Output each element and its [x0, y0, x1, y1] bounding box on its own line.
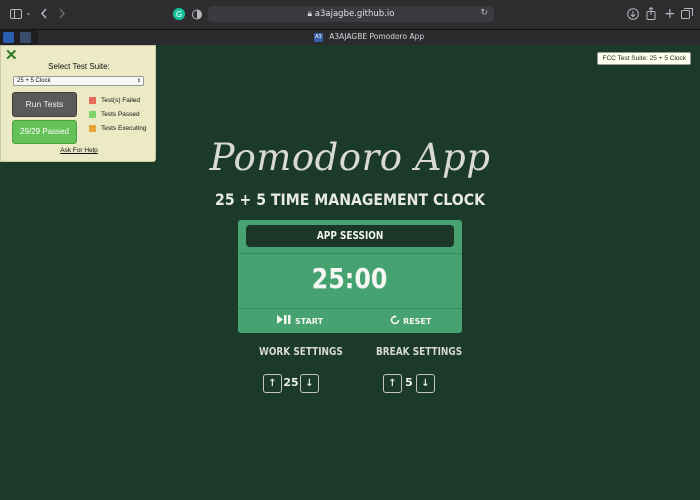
tab-bar: A3 A3AJAGBE Pomodoro App [0, 29, 700, 45]
privacy-shield-icon[interactable] [192, 9, 202, 22]
session-label-text: APP SESSION [316, 230, 384, 242]
grammarly-extension-icon[interactable]: G [173, 8, 185, 22]
tab-title: A3AJAGBE Pomodoro App [329, 32, 425, 41]
arrow-up-icon: ↑ [268, 378, 277, 389]
legend-swatch-executing [89, 125, 96, 132]
url-text: a3ajagbe.github.io [314, 9, 395, 19]
reset-label: RESET [403, 317, 432, 326]
tab-favicon: A3 [313, 32, 323, 42]
break-decrement-button[interactable]: ↓ [416, 374, 435, 393]
sidebar-icon[interactable] [10, 9, 22, 21]
pinned-tab-1[interactable] [3, 32, 14, 43]
time-display: 25:00 [238, 262, 462, 295]
pinned-tab-2[interactable] [20, 32, 31, 43]
test-suite-select[interactable]: 25 + 5 Clock ⇕ [13, 76, 144, 86]
arrow-up-icon: ↑ [388, 378, 397, 389]
address-bar[interactable]: 🔒︎ a3ajagbe.github.io ↻ [208, 6, 494, 22]
reset-button[interactable]: RESET [390, 315, 431, 328]
session-label: APP SESSION [246, 225, 454, 247]
page-title: Pomodoro App [209, 136, 491, 179]
legend-executing: Tests Executing [89, 125, 147, 132]
back-icon[interactable] [40, 8, 48, 21]
work-settings-text: WORK SETTINGS [259, 346, 343, 358]
url-text-wrap: 🔒︎ a3ajagbe.github.io [208, 6, 494, 22]
legend-label: Tests Passed [101, 111, 140, 118]
tab-active[interactable]: A3 A3AJAGBE Pomodoro App [38, 30, 700, 45]
break-length-value: 5 [405, 376, 413, 389]
work-length-value: 25 [283, 376, 299, 389]
reset-icon [390, 315, 400, 328]
close-icon[interactable]: ✕ [5, 48, 18, 63]
session-card: APP SESSION 25:00 START RESET [238, 220, 462, 333]
lock-icon: 🔒︎ [307, 9, 313, 19]
break-settings-text: BREAK SETTINGS [376, 346, 463, 358]
arrow-down-icon: ↓ [421, 378, 430, 389]
forward-icon[interactable] [58, 8, 66, 21]
selected-suite: 25 + 5 Clock [17, 78, 51, 84]
time-left: 25:00 [312, 262, 388, 295]
tab-title-wrap: A3 A3AJAGBE Pomodoro App [38, 32, 700, 42]
select-arrows-icon: ⇕ [136, 78, 141, 84]
share-icon[interactable] [646, 6, 656, 22]
reload-icon[interactable]: ↻ [480, 9, 488, 18]
page-content: FCC Test Suite: 25 + 5 Clock ✕ Select Te… [0, 45, 700, 500]
divider [238, 308, 462, 309]
page-subtitle: 25 + 5 TIME MANAGEMENT CLOCK [215, 190, 485, 209]
plus-icon[interactable]: + [664, 7, 676, 21]
work-increment-button[interactable]: ↑ [263, 374, 282, 393]
break-increment-button[interactable]: ↑ [383, 374, 402, 393]
legend-passed: Tests Passed [89, 111, 140, 118]
tabs-overview-icon[interactable] [681, 8, 693, 21]
fcc-test-suite-badge[interactable]: FCC Test Suite: 25 + 5 Clock [597, 52, 691, 65]
work-settings-label: WORK SETTINGS [259, 346, 358, 358]
start-button[interactable]: START [277, 315, 323, 327]
divider [238, 253, 462, 254]
legend-swatch-passed [89, 111, 96, 118]
legend-failed: Test(s) Failed [89, 97, 140, 104]
run-tests-button[interactable]: Run Tests [12, 92, 77, 117]
legend-label: Tests Executing [101, 125, 147, 132]
break-settings-label: BREAK SETTINGS [376, 346, 477, 358]
legend-swatch-failed [89, 97, 96, 104]
start-label: START [295, 316, 324, 326]
chevron-down-icon[interactable]: ⌄ [25, 9, 32, 17]
work-decrement-button[interactable]: ↓ [300, 374, 319, 393]
svg-text:G: G [176, 10, 182, 19]
arrow-down-icon: ↓ [305, 378, 314, 389]
browser-toolbar: ⌄ G 🔒︎ a3ajagbe.github.io ↻ + [0, 0, 700, 29]
download-icon[interactable] [627, 8, 639, 22]
panel-title: Select Test Suite: [48, 62, 110, 71]
legend-label: Test(s) Failed [101, 97, 141, 104]
play-pause-icon [277, 315, 292, 327]
